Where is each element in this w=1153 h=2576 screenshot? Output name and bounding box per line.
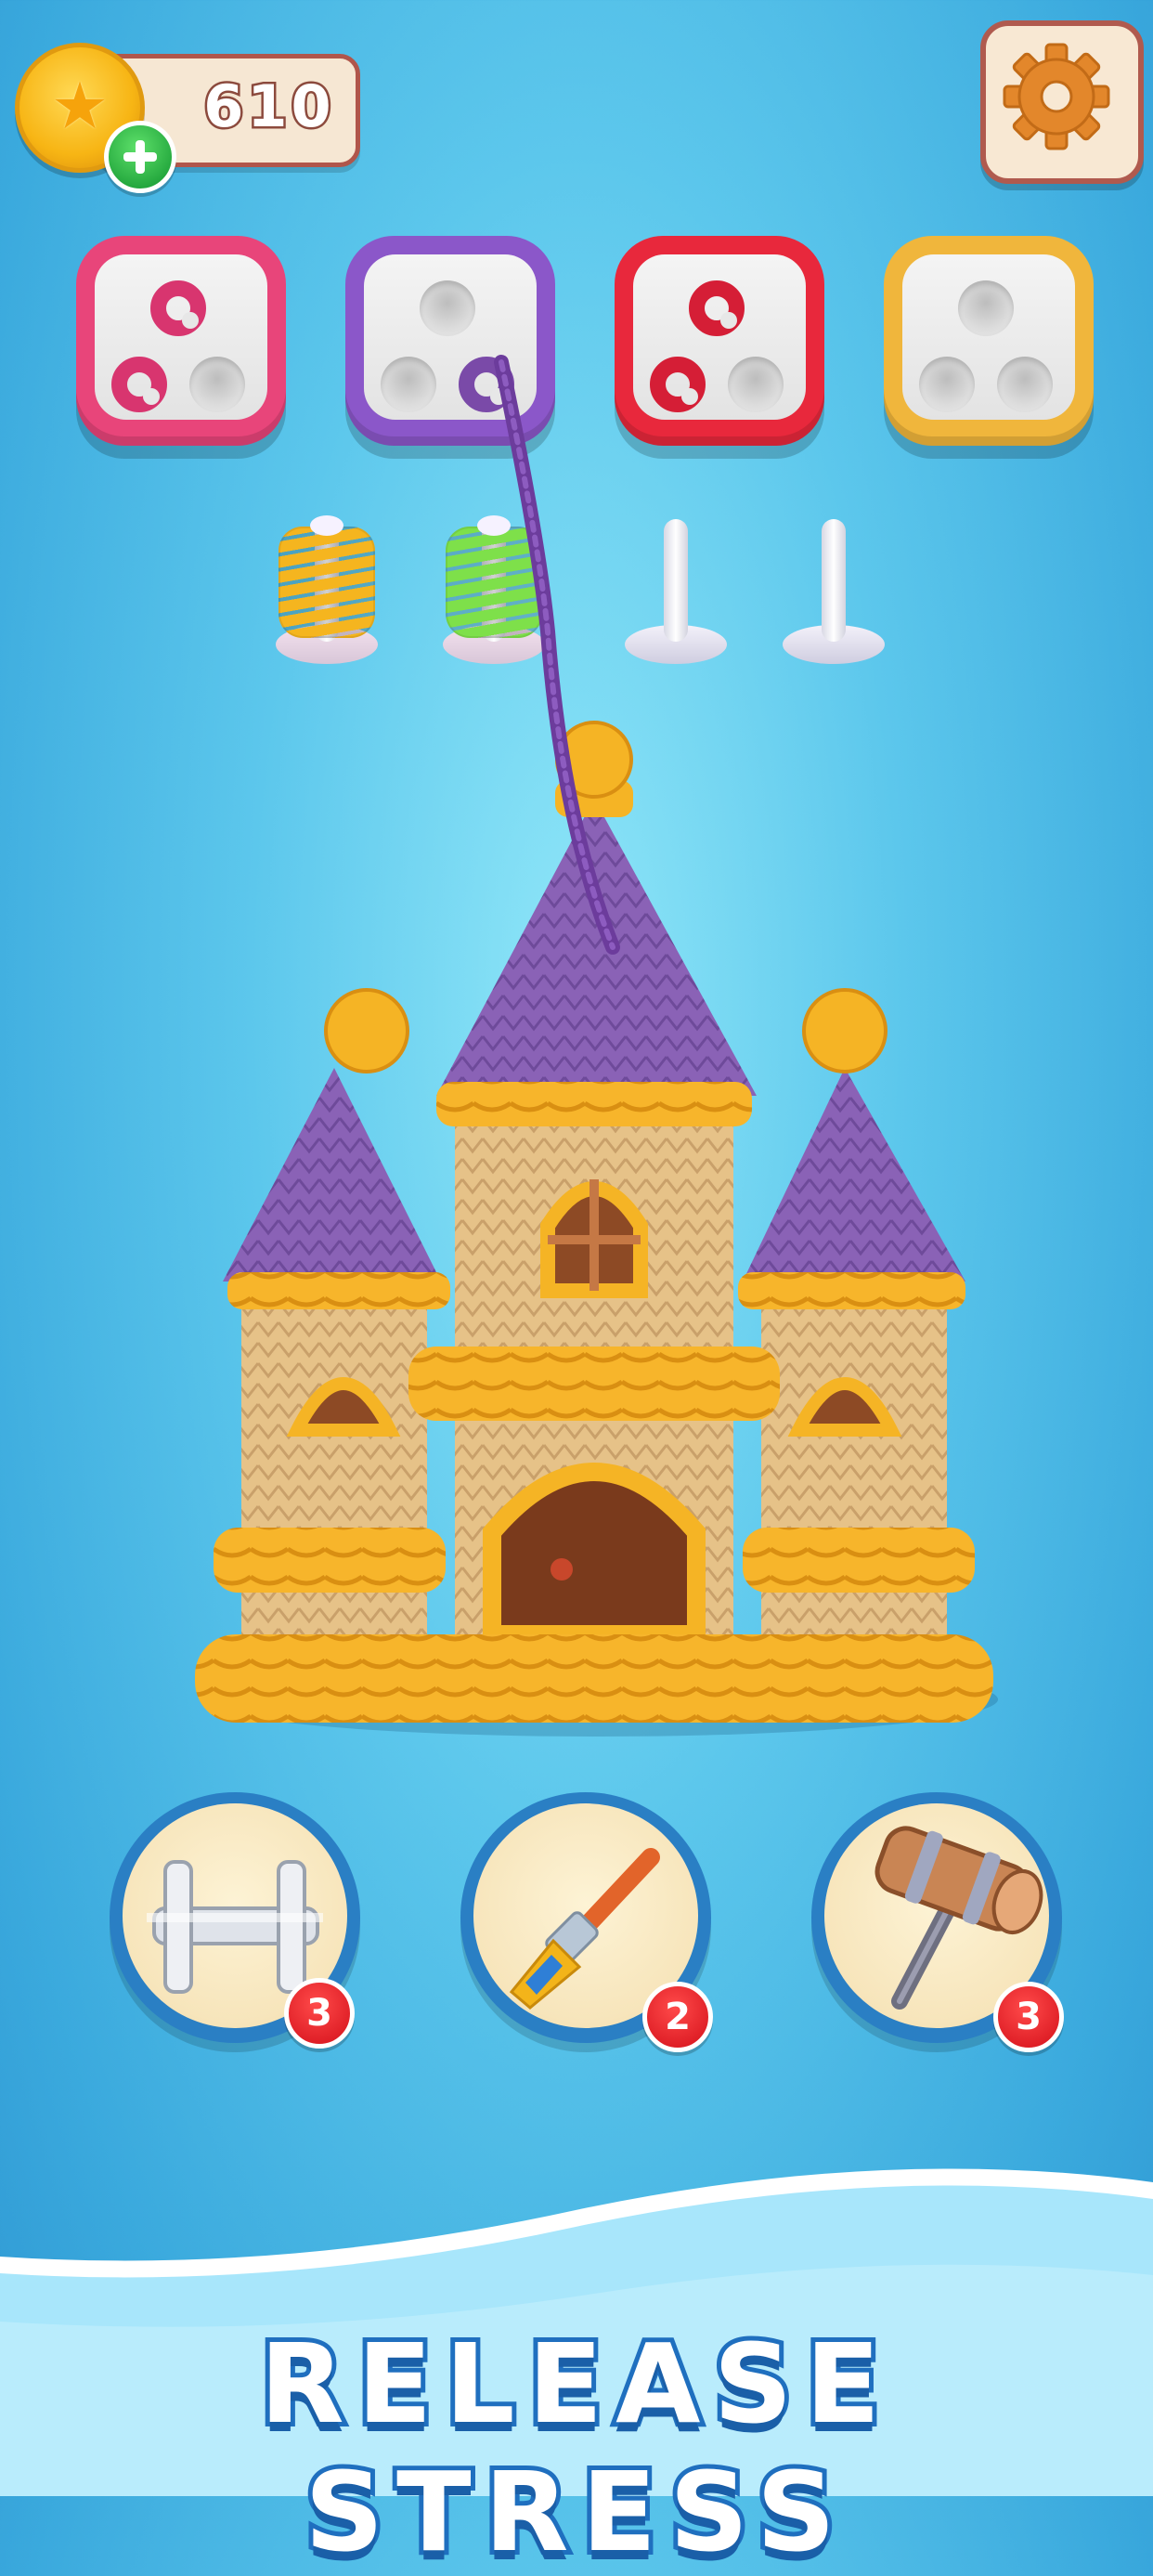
peg-cap	[310, 515, 343, 536]
empty-slot	[420, 280, 475, 336]
yarn-ring	[111, 357, 167, 412]
empty-slot	[381, 357, 436, 412]
empty-slot	[997, 357, 1053, 412]
color-box-3[interactable]	[615, 236, 824, 446]
right-tower-pompom	[802, 988, 887, 1073]
brush-tool-count: 2	[642, 1982, 713, 2052]
yarn-ring	[689, 280, 745, 336]
coin-count: 610	[201, 71, 335, 143]
yarn-ring	[650, 357, 706, 412]
spool-peg	[822, 519, 846, 642]
color-box-4[interactable]	[884, 236, 1094, 446]
yarn-spool-3[interactable]	[620, 515, 732, 683]
settings-button[interactable]	[980, 20, 1144, 184]
left-tower-pompom	[324, 988, 409, 1073]
add-coins-button[interactable]	[104, 121, 176, 193]
hammer-tool-button[interactable]: 3	[811, 1792, 1064, 2052]
yarn-spool-4[interactable]	[778, 515, 889, 683]
empty-slot	[189, 357, 245, 412]
yarn-spool-1[interactable]	[271, 515, 382, 683]
empty-slot	[958, 280, 1014, 336]
spool-peg	[664, 519, 688, 642]
empty-slot	[728, 357, 784, 412]
gear-icon	[1003, 43, 1110, 150]
hammer-tool-count: 3	[993, 1982, 1064, 2052]
color-box-tray	[902, 254, 1075, 420]
color-box-tray	[633, 254, 806, 420]
brush-tool-button[interactable]: 2	[460, 1792, 713, 2052]
yarn-stack	[279, 527, 375, 638]
yarn-ring	[150, 280, 206, 336]
empty-slot	[919, 357, 975, 412]
pipe-tool-count: 3	[284, 1978, 355, 2049]
yarn-strand	[494, 355, 620, 955]
color-box-1[interactable]	[76, 236, 286, 446]
release-stress-tagline: RELEASE STRESS	[255, 2315, 894, 2576]
color-box-tray	[95, 254, 267, 420]
pipe-tool-button[interactable]: 3	[110, 1792, 360, 2049]
